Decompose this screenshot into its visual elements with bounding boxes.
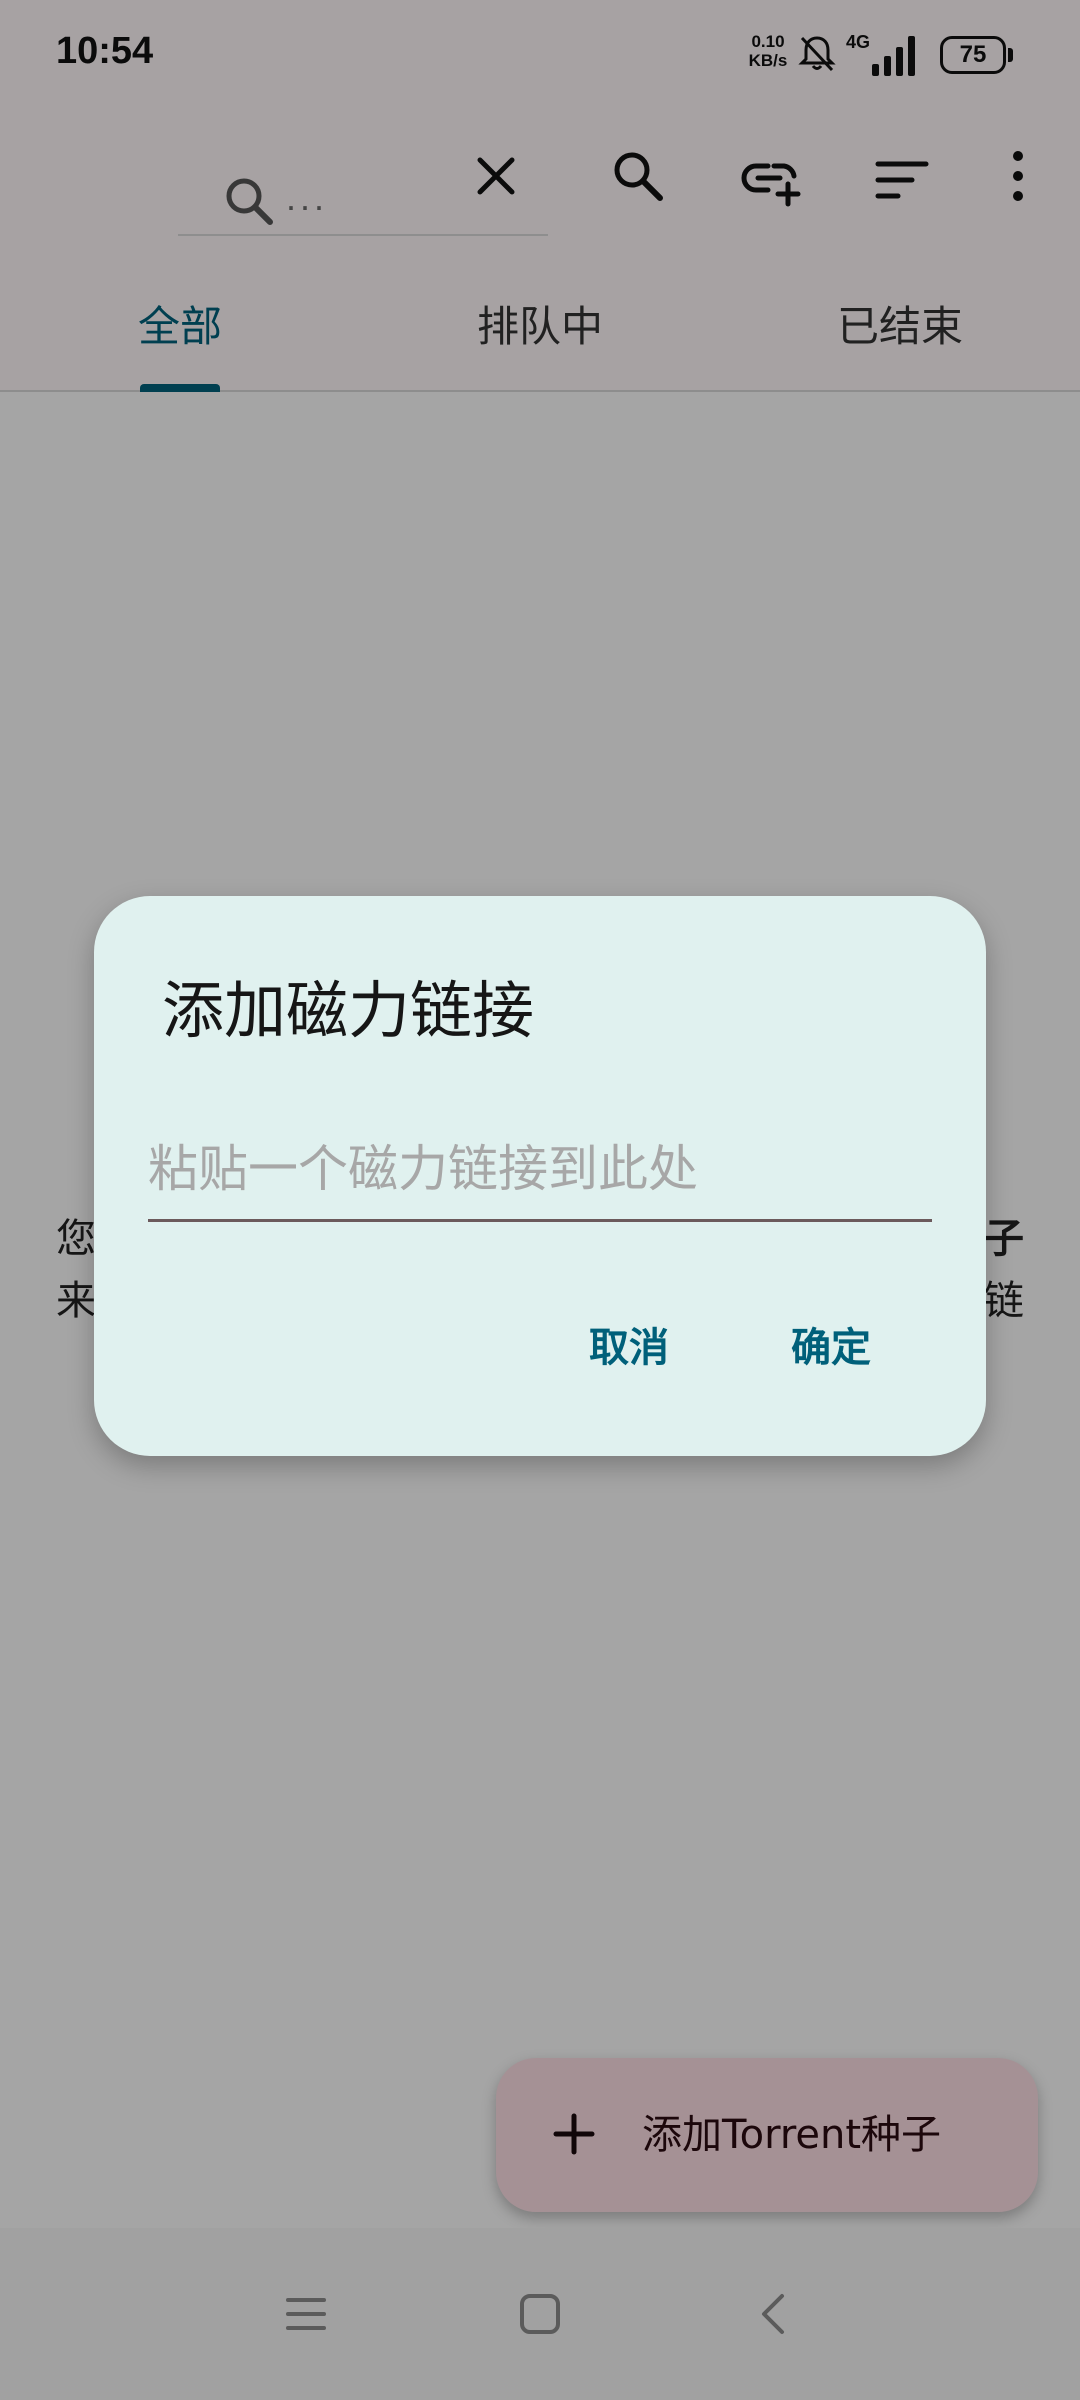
confirm-button[interactable]: 确定 — [766, 1308, 896, 1388]
dialog-title: 添加磁力链接 — [162, 974, 535, 1047]
cancel-button[interactable]: 取消 — [564, 1308, 694, 1388]
magnet-link-input[interactable] — [148, 1118, 932, 1222]
add-magnet-dialog: 添加磁力链接 取消 确定 — [94, 896, 986, 1456]
